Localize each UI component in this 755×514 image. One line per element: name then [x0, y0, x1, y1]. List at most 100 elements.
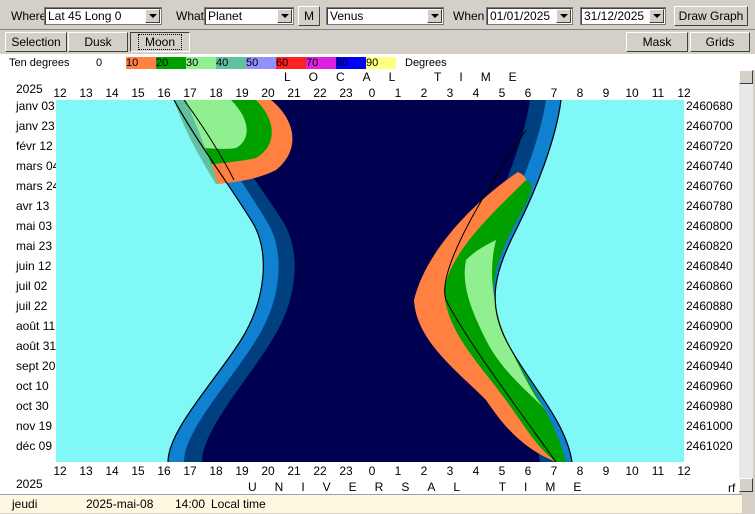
grids-button[interactable]: Grids	[690, 32, 750, 52]
x-tick-label: 11	[651, 86, 665, 100]
x-tick-label: 5	[498, 464, 506, 478]
planet-value: Venus	[330, 9, 364, 23]
x-tick-label: 10	[625, 86, 639, 100]
legend-unit: Degrees	[405, 57, 447, 69]
legend-label-50: 50	[246, 57, 259, 69]
y-julian-day-label: 2460900	[686, 319, 733, 333]
chevron-down-icon[interactable]	[145, 9, 160, 23]
status-mode: Local time	[211, 497, 266, 511]
y-julian-day-label: 2460960	[686, 379, 733, 393]
scroll-up-icon[interactable]	[739, 70, 753, 84]
x-tick-label: 3	[446, 86, 454, 100]
visibility-chart[interactable]	[56, 100, 684, 462]
x-tick-label: 5	[498, 86, 506, 100]
moon-button[interactable]: Moon	[130, 32, 190, 52]
x-tick-label: 23	[339, 464, 353, 478]
x-tick-label: 15	[131, 464, 145, 478]
x-tick-label: 17	[183, 464, 197, 478]
chevron-down-icon[interactable]	[649, 9, 664, 23]
legend-label-0: 0	[96, 57, 103, 69]
y-date-label: janv 23	[16, 119, 55, 133]
when-label: When	[453, 9, 485, 23]
where-select[interactable]: Lat 45 Long 0	[44, 7, 162, 25]
x-tick-label: 14	[105, 464, 119, 478]
x-tick-label: 23	[339, 86, 353, 100]
date-from-select[interactable]: 01/01/2025	[486, 7, 573, 25]
y-date-label: sept 20	[16, 359, 56, 373]
what-value: Planet	[208, 9, 243, 23]
x-tick-label: 18	[209, 86, 223, 100]
dusk-button[interactable]: Dusk	[68, 32, 128, 52]
y-date-label: janv 03	[16, 99, 55, 113]
vertical-scrollbar[interactable]	[739, 70, 753, 492]
x-tick-label: 6	[524, 86, 532, 100]
x-tick-label: 16	[157, 86, 171, 100]
x-tick-label: 21	[287, 86, 301, 100]
x-tick-label: 7	[550, 86, 558, 100]
y-date-label: août 31	[16, 339, 57, 353]
y-date-label: juin 12	[16, 259, 52, 273]
legend-label-20: 20	[156, 57, 169, 69]
legend-label-40: 40	[216, 57, 229, 69]
y-date-label: oct 10	[16, 379, 49, 393]
x-tick-label: 14	[105, 86, 119, 100]
x-tick-label: 16	[157, 464, 171, 478]
planet-select[interactable]: Venus	[326, 7, 444, 25]
x-tick-label: 21	[287, 464, 301, 478]
chevron-down-icon[interactable]	[277, 9, 292, 23]
y-julian-day-label: 2461000	[686, 419, 733, 433]
x-tick-label: 4	[472, 464, 480, 478]
y-julian-day-label: 2460700	[686, 119, 733, 133]
selection-button[interactable]: Selection	[5, 32, 67, 52]
date-from-value: 01/01/2025	[490, 9, 551, 23]
chevron-down-icon[interactable]	[427, 9, 442, 23]
y-date-label: mars 24	[16, 179, 60, 193]
x-tick-label: 8	[576, 86, 584, 100]
chevron-down-icon[interactable]	[556, 9, 571, 23]
y-julian-day-label: 2460880	[686, 299, 733, 313]
m-button[interactable]: M	[298, 6, 320, 26]
y-date-label: mars 04	[16, 159, 60, 173]
x-tick-label: 4	[472, 86, 480, 100]
y-date-label: nov 19	[16, 419, 53, 433]
status-date: 2025-mai-08	[86, 497, 154, 511]
y-date-label: déc 09	[16, 439, 53, 453]
date-to-select[interactable]: 31/12/2025	[580, 7, 666, 25]
legend-label-80: 80	[336, 57, 349, 69]
legend-label-10: 10	[126, 57, 139, 69]
x-tick-label: 20	[261, 86, 275, 100]
x-tick-label: 2	[420, 86, 428, 100]
x-tick-label: 11	[651, 464, 665, 478]
what-select[interactable]: Planet	[204, 7, 294, 25]
y-julian-day-label: 2460800	[686, 219, 733, 233]
mask-button[interactable]: Mask	[626, 32, 688, 52]
y-date-label: févr 12	[16, 139, 53, 153]
y-date-label: août 11	[16, 319, 56, 333]
x-tick-label: 8	[576, 464, 584, 478]
status-time: 14:00	[175, 497, 206, 511]
y-julian-day-label: 2460680	[686, 99, 733, 113]
x-tick-label: 18	[209, 464, 223, 478]
y-julian-day-label: 2460840	[686, 259, 733, 273]
status-day: jeudi	[12, 497, 38, 511]
x-tick-label: 22	[313, 86, 327, 100]
x-tick-label: 13	[79, 464, 93, 478]
draw-graph-button[interactable]: Draw Graph	[674, 6, 748, 26]
y-julian-day-label: 2460980	[686, 399, 733, 413]
x-tick-label: 15	[131, 86, 145, 100]
year-top: 2025	[16, 82, 43, 96]
y-julian-day-label: 2460740	[686, 159, 733, 173]
y-julian-day-label: 2460920	[686, 339, 733, 353]
status-bar: jeudi 2025-mai-08 14:00 Local time	[0, 494, 742, 513]
x-tick-label: 20	[261, 464, 275, 478]
x-tick-label: 1	[394, 86, 402, 100]
moon-button-label: Moon	[137, 34, 183, 50]
y-date-label: juil 22	[16, 299, 48, 313]
local-time-title: LOCAL TIME	[284, 70, 535, 84]
scroll-down-icon[interactable]	[739, 478, 753, 492]
x-tick-label: 9	[602, 86, 610, 100]
toolbar-divider	[0, 29, 755, 30]
x-tick-label: 19	[235, 86, 249, 100]
x-tick-label: 10	[625, 464, 639, 478]
x-tick-label: 7	[550, 464, 558, 478]
